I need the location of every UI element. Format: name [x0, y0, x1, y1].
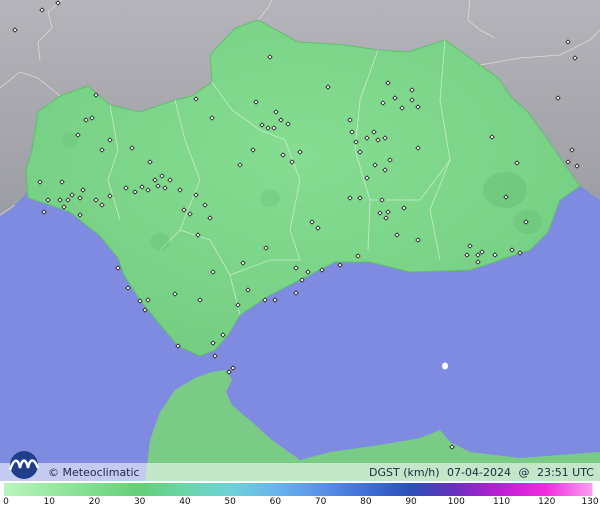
legend-segment	[275, 483, 322, 496]
caption-info: DGST (km/h) 07-04-2024 @ 23:51 UTC	[365, 466, 594, 479]
legend-segment	[4, 483, 50, 496]
legend-tick-label: 30	[133, 497, 146, 507]
legend-tick-label: 120	[538, 497, 556, 507]
legend-segment	[139, 483, 186, 496]
time-label: 23:51 UTC	[536, 466, 594, 479]
alboran-island	[442, 362, 448, 370]
date-label: 07-04-2024	[447, 466, 511, 479]
legend-tick-label: 60	[269, 497, 282, 507]
meteoclimatic-logo	[8, 451, 40, 479]
legend-segment	[94, 483, 141, 496]
legend-segment	[230, 483, 276, 496]
legend-tick-label: 20	[88, 497, 101, 507]
legend-tick-label: 0	[3, 497, 9, 507]
legend-tick-label: 50	[224, 497, 236, 507]
legend-tick-label: 110	[492, 497, 511, 507]
legend-segment	[365, 483, 412, 496]
legend-segment	[184, 483, 231, 496]
legend-segment	[546, 483, 593, 496]
legend-tick-label: 100	[447, 497, 465, 507]
legend-segment	[456, 483, 503, 496]
legend-segment	[320, 483, 367, 496]
legend-tick-label: 90	[405, 497, 417, 507]
variable-label: DGST (km/h)	[369, 466, 440, 479]
at-symbol: @	[518, 466, 530, 479]
legend-tick-label: 80	[360, 497, 372, 507]
legend-segment	[501, 483, 548, 496]
map-canvas[interactable]	[0, 0, 600, 481]
legend-tick-label: 10	[43, 497, 55, 507]
legend-tick-label: 70	[314, 497, 327, 507]
legend-segment	[49, 483, 95, 496]
brand-label: © Meteoclimatic	[48, 466, 140, 479]
legend-tick-label: 40	[179, 497, 191, 507]
wind-gust-map: © Meteoclimatic DGST (km/h) 07-04-2024 @…	[0, 0, 600, 517]
legend-segment	[411, 483, 457, 496]
legend-tick-label: 130	[581, 497, 599, 507]
